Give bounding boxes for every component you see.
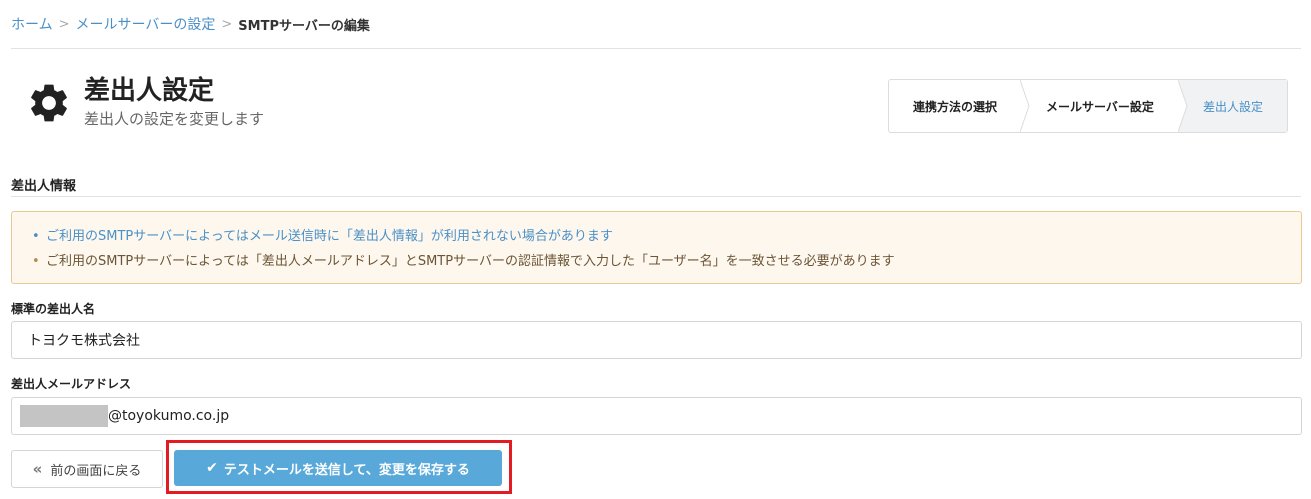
- breadcrumb-home-link[interactable]: ホーム: [11, 14, 53, 34]
- breadcrumb-mail-server-link[interactable]: メールサーバーの設定: [76, 14, 216, 34]
- back-button-label: 前の画面に戻る: [50, 463, 142, 479]
- redacted-block: [20, 405, 108, 427]
- sender-email-label: 差出人メールアドレス: [11, 377, 132, 391]
- back-button[interactable]: « 前の画面に戻る: [11, 450, 163, 488]
- send-test-and-save-button[interactable]: ✔ テストメールを送信して、変更を保存する: [174, 450, 502, 486]
- breadcrumb: ホーム > メールサーバーの設定 > SMTPサーバーの編集: [11, 14, 370, 34]
- page-subtitle: 差出人の設定を変更します: [84, 110, 265, 128]
- sender-email-input[interactable]: @toyokumo.co.jp: [11, 397, 1302, 435]
- step-chevron: [1178, 80, 1188, 132]
- alert-item: ご利用のSMTPサーバーによっては「差出人メールアドレス」とSMTPサーバーの認…: [32, 249, 1301, 274]
- alert-item: ご利用のSMTPサーバーによってはメール送信時に「差出人情報」が利用されない場合…: [32, 224, 1301, 249]
- step-indicator: 連携方法の選択 メールサーバー設定 差出人設定: [888, 79, 1288, 133]
- check-icon: ✔: [206, 460, 218, 476]
- divider: [11, 196, 1301, 197]
- page-header: 差出人設定 差出人の設定を変更します: [26, 76, 264, 129]
- step-chevron: [1020, 80, 1030, 132]
- double-chevron-left-icon: «: [32, 460, 43, 478]
- step-connection-method: 連携方法の選択: [889, 80, 1030, 132]
- warning-alert: ご利用のSMTPサーバーによってはメール送信時に「差出人情報」が利用されない場合…: [11, 211, 1302, 284]
- section-title: 差出人情報: [11, 179, 77, 194]
- step-label: メールサーバー設定: [1046, 99, 1154, 114]
- submit-button-label: テストメールを送信して、変更を保存する: [223, 462, 470, 478]
- breadcrumb-current: SMTPサーバーの編集: [238, 18, 370, 34]
- step-mail-server-settings: メールサーバー設定: [1021, 80, 1188, 132]
- sender-name-input[interactable]: トヨクモ株式会社: [11, 321, 1302, 359]
- breadcrumb-separator: >: [221, 16, 233, 32]
- step-sender-settings: 差出人設定: [1179, 80, 1287, 132]
- page-title: 差出人設定: [84, 76, 215, 106]
- sender-name-label: 標準の差出人名: [11, 302, 96, 316]
- step-label: 差出人設定: [1202, 99, 1263, 114]
- breadcrumb-separator: >: [58, 16, 70, 32]
- step-label: 連携方法の選択: [912, 99, 997, 114]
- sender-email-domain: @toyokumo.co.jp: [108, 408, 230, 424]
- sender-name-value: トヨクモ株式会社: [28, 333, 140, 349]
- divider: [11, 48, 1301, 49]
- header-text: 差出人設定 差出人の設定を変更します: [84, 76, 264, 129]
- gear-icon: [31, 84, 67, 121]
